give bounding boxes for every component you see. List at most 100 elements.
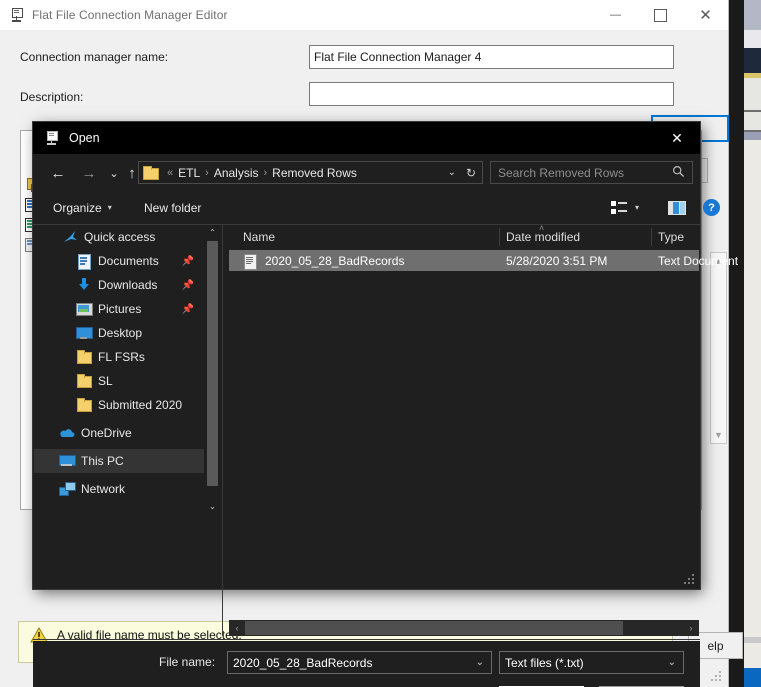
- file-name-label: File name:: [159, 655, 216, 669]
- column-header-name[interactable]: Name: [243, 225, 275, 249]
- scrollbar-thumb[interactable]: [207, 241, 218, 486]
- column-header-type[interactable]: Type: [658, 225, 684, 249]
- maximize-button[interactable]: [638, 0, 683, 30]
- scroll-right-icon[interactable]: ›: [683, 623, 699, 633]
- bg-window-strip-3: [744, 48, 761, 73]
- sidebar-item-pictures[interactable]: Pictures 📌: [34, 297, 204, 321]
- new-folder-label: New folder: [144, 200, 202, 215]
- navigation-pane: Quick access Documents 📌 Downloads 📌 Pic…: [34, 225, 204, 515]
- onedrive-icon: [59, 426, 75, 440]
- open-dialog-address-row: ← → ⌄ ↑ « ETL › Analysis › Removed Rows …: [33, 154, 700, 191]
- file-type-value: Text files (*.txt): [505, 655, 584, 670]
- sidebar-item-downloads[interactable]: Downloads 📌: [34, 273, 204, 297]
- pin-icon[interactable]: 📌: [182, 304, 194, 315]
- background-panel-scrollbar[interactable]: ▲ ▼: [710, 252, 727, 444]
- desktop-icon: [76, 326, 93, 340]
- sidebar-item-documents[interactable]: Documents 📌: [34, 249, 204, 273]
- chevron-down-icon: ▾: [107, 203, 112, 212]
- back-button[interactable]: ←: [47, 162, 69, 184]
- screen-root: Flat File Connection Manager Editor — ✕ …: [0, 0, 761, 687]
- column-divider[interactable]: [651, 228, 652, 246]
- file-name-input[interactable]: 2020_05_28_BadRecords ⌄: [227, 651, 492, 674]
- minimize-button[interactable]: —: [593, 0, 638, 30]
- search-placeholder: Search Removed Rows: [498, 165, 625, 180]
- flat-file-icon: [9, 7, 25, 23]
- search-input[interactable]: Search Removed Rows: [490, 161, 693, 184]
- sidebar-item-quick-access[interactable]: Quick access: [34, 225, 204, 249]
- dialog-resize-grip[interactable]: [684, 574, 696, 586]
- column-header-date-modified[interactable]: Date modified: [506, 225, 580, 249]
- address-bar[interactable]: « ETL › Analysis › Removed Rows ⌄ ↻: [138, 161, 483, 184]
- editor-title-text: Flat File Connection Manager Editor: [32, 8, 228, 22]
- preview-pane-icon[interactable]: [668, 201, 686, 215]
- pin-icon[interactable]: 📌: [182, 256, 194, 267]
- view-dropdown-button[interactable]: ▾: [635, 191, 639, 224]
- bg-window-strip-1: [744, 0, 761, 30]
- table-row[interactable]: 2020_05_28_BadRecords 5/28/2020 3:51 PM …: [229, 250, 738, 271]
- chevron-down-icon[interactable]: ⌄: [448, 167, 456, 178]
- connection-manager-name-input[interactable]: Flat File Connection Manager 4: [309, 45, 674, 69]
- open-dialog-title: Open: [69, 131, 100, 145]
- bg-window-strip-10: [744, 140, 761, 637]
- sidebar-item-network[interactable]: Network: [34, 477, 204, 501]
- sidebar-item-label: SL: [98, 374, 113, 388]
- chevron-down-icon[interactable]: ⌄: [668, 657, 676, 668]
- close-icon[interactable]: ✕: [654, 122, 700, 154]
- text-file-icon: [244, 253, 257, 270]
- view-list-icon[interactable]: [611, 201, 627, 214]
- navigation-pane-scrollbar[interactable]: ⌃ ⌄: [205, 225, 220, 515]
- folder-icon: [143, 166, 159, 180]
- breadcrumb-separator: ›: [263, 166, 268, 179]
- breadcrumb-removed-rows[interactable]: Removed Rows: [272, 166, 357, 180]
- bg-window-strip-7: [744, 112, 761, 130]
- description-input[interactable]: [309, 82, 674, 106]
- sidebar-item-label: OneDrive: [81, 426, 132, 440]
- scrollbar-thumb[interactable]: [245, 621, 623, 635]
- refresh-icon[interactable]: ↻: [466, 166, 476, 180]
- window-controls: — ✕: [593, 0, 728, 30]
- column-divider[interactable]: [499, 228, 500, 246]
- close-button[interactable]: ✕: [683, 0, 728, 30]
- description-label: Description:: [20, 90, 84, 104]
- taskbar-strip: [744, 668, 761, 687]
- new-folder-button[interactable]: New folder: [144, 191, 201, 224]
- sidebar-item-label: FL FSRs: [98, 350, 145, 364]
- sidebar-item-desktop[interactable]: Desktop: [34, 321, 204, 345]
- sidebar-item-sl[interactable]: SL: [34, 369, 204, 393]
- file-list-body: 2020_05_28_BadRecords 5/28/2020 3:51 PM …: [229, 250, 738, 490]
- file-list-horizontal-scrollbar[interactable]: ‹ ›: [229, 620, 699, 636]
- sidebar-item-fl-fsrs[interactable]: FL FSRs: [34, 345, 204, 369]
- editor-title-bar: Flat File Connection Manager Editor — ✕: [0, 0, 728, 30]
- scroll-up-icon[interactable]: ⌃: [205, 225, 220, 239]
- sidebar-item-label: Quick access: [84, 230, 156, 244]
- sidebar-item-label: Desktop: [98, 326, 143, 340]
- sidebar-item-onedrive[interactable]: OneDrive: [34, 421, 204, 445]
- sidebar-item-submitted-2020[interactable]: Submitted 2020: [34, 393, 204, 417]
- pictures-icon: [76, 302, 93, 316]
- bg-window-strip-5: [744, 78, 761, 110]
- chevron-down-icon[interactable]: ⌄: [476, 657, 484, 668]
- file-type-select[interactable]: Text files (*.txt) ⌄: [499, 651, 684, 674]
- breadcrumb-etl[interactable]: ETL: [178, 166, 200, 180]
- sidebar-item-label: This PC: [81, 454, 124, 468]
- cell-date-modified: 5/28/2020 3:51 PM: [506, 253, 608, 268]
- pane-splitter[interactable]: [222, 225, 223, 636]
- sidebar-item-label: Pictures: [98, 302, 142, 316]
- this-pc-icon: [59, 454, 76, 468]
- scroll-left-icon[interactable]: ‹: [229, 623, 245, 633]
- help-icon[interactable]: ?: [703, 199, 720, 216]
- scroll-down-icon[interactable]: ⌄: [205, 499, 220, 513]
- breadcrumb-analysis[interactable]: Analysis: [214, 166, 259, 180]
- editor-resize-grip[interactable]: [711, 671, 723, 683]
- folder-icon: [76, 398, 92, 412]
- sidebar-item-label: Documents: [98, 254, 159, 268]
- pin-icon[interactable]: 📌: [182, 280, 194, 291]
- open-dialog-title-bar: Open ✕: [33, 122, 700, 154]
- sidebar-item-this-pc[interactable]: This PC: [34, 449, 204, 473]
- file-name-value: 2020_05_28_BadRecords: [233, 655, 373, 670]
- organize-button[interactable]: Organize ▾: [53, 191, 112, 224]
- cell-type: Text Document: [658, 253, 739, 268]
- forward-button[interactable]: →: [78, 162, 100, 184]
- desktop-background-strip: [744, 0, 761, 687]
- address-prefix: «: [167, 166, 174, 179]
